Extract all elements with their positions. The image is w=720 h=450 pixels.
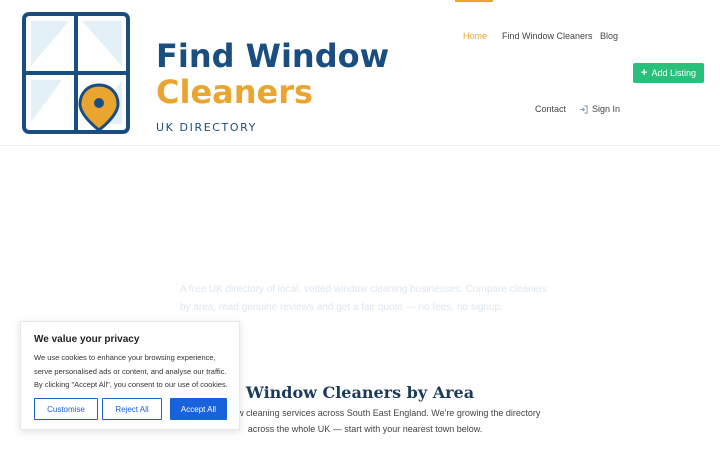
plus-icon: +: [641, 67, 648, 79]
active-nav-indicator: [455, 0, 493, 2]
sign-in-icon: [579, 104, 588, 114]
site-logo-title[interactable]: Find Window Cleaners: [156, 38, 389, 110]
sign-in-label: Sign In: [592, 104, 621, 114]
hero-intro-text: A free UK directory of local, vetted win…: [180, 284, 548, 313]
cookie-customise-button[interactable]: Customise: [34, 398, 98, 420]
cookie-accept-button[interactable]: Accept All: [170, 398, 227, 420]
logo-subtitle: UK DIRECTORY: [156, 121, 257, 134]
add-listing-button[interactable]: + Add Listing: [633, 63, 704, 83]
site-header: Find Window Cleaners UK DIRECTORY Home F…: [0, 0, 720, 146]
cookie-consent-banner: We value your privacy We use cookies to …: [20, 321, 240, 430]
nav-sign-in[interactable]: Sign In: [579, 104, 620, 114]
cookie-reject-button[interactable]: Reject All: [102, 398, 162, 420]
nav-home[interactable]: Home: [463, 31, 487, 41]
nav-find-window-cleaners[interactable]: Find Window Cleaners: [502, 31, 593, 41]
cookie-text: We use cookies to enhance your browsing …: [34, 353, 228, 389]
nav-contact[interactable]: Contact: [535, 104, 566, 114]
nav-blog[interactable]: Blog: [600, 31, 618, 41]
logo-line-2: Cleaners: [156, 73, 314, 111]
cookie-title: We value your privacy: [34, 334, 140, 345]
logo-line-1: Find Window: [156, 37, 390, 75]
add-listing-label: Add Listing: [651, 68, 696, 78]
window-pin-icon[interactable]: [22, 12, 130, 134]
